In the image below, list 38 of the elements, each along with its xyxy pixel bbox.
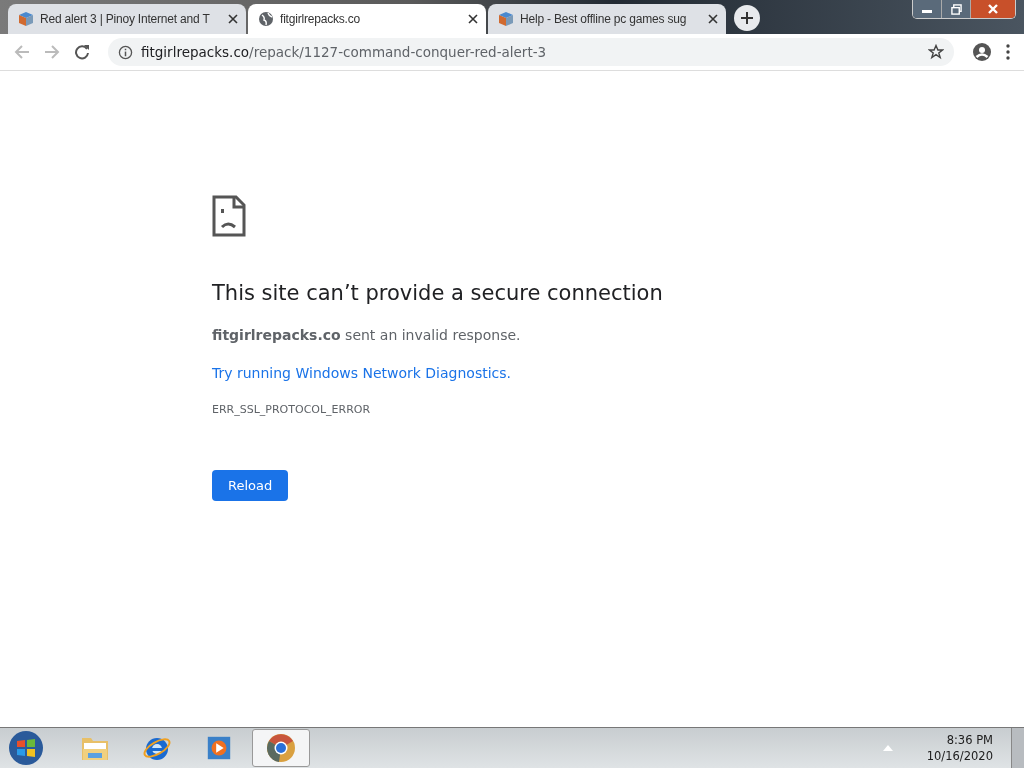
sad-page-icon: [212, 195, 246, 237]
close-icon[interactable]: [228, 14, 238, 24]
browser-tab[interactable]: fitgirlrepacks.co: [248, 4, 486, 34]
menu-icon[interactable]: [1006, 44, 1010, 60]
cube-icon: [18, 11, 34, 27]
info-icon: [118, 44, 133, 60]
error-code: ERR_SSL_PROTOCOL_ERROR: [212, 403, 371, 416]
reload-icon[interactable]: [74, 44, 90, 60]
account-icon[interactable]: [972, 42, 992, 62]
browser-tab[interactable]: Help - Best offline pc games sug: [488, 4, 726, 34]
tab-title: Help - Best offline pc games sug: [520, 12, 688, 26]
taskbar-button[interactable]: [252, 729, 310, 767]
plus-icon: [741, 12, 753, 24]
url-text: fitgirlrepacks.co/repack/1127-command-conquer-red-alert-3: [141, 44, 548, 60]
reload-button[interactable]: Reload: [212, 470, 289, 501]
close-icon: [987, 4, 999, 14]
browser-tab[interactable]: Red alert 3 | Pinoy Internet and T: [8, 4, 246, 34]
close-window-button[interactable]: [971, 0, 1015, 18]
chrome-icon: [266, 733, 296, 763]
error-heading: This site can’t provide a secure connection: [212, 281, 663, 305]
tab-title: Red alert 3 | Pinoy Internet and T: [40, 12, 211, 26]
error-message: fitgirlrepacks.co sent an invalid response.: [212, 327, 521, 343]
minimize-button[interactable]: [913, 0, 942, 18]
star-icon[interactable]: [928, 44, 944, 60]
clock-time: 8:36 PM: [946, 733, 993, 747]
address-bar[interactable]: fitgirlrepacks.co/repack/1127-command-conquer-red-alert-3: [108, 38, 954, 66]
cube-icon: [498, 11, 514, 27]
close-icon[interactable]: [708, 14, 718, 24]
tab-title: fitgirlrepacks.co: [280, 12, 361, 26]
restore-button[interactable]: [942, 0, 971, 18]
restore-icon: [950, 3, 962, 15]
new-tab-button[interactable]: [734, 5, 760, 31]
start-button[interactable]: [8, 730, 44, 766]
play-icon: [205, 734, 233, 762]
globe-icon: [258, 11, 274, 27]
diagnostics-link[interactable]: Try running Windows Network Diagnostics.: [212, 365, 511, 381]
close-icon[interactable]: [468, 14, 478, 24]
clock-date: 10/16/2020: [926, 749, 993, 763]
